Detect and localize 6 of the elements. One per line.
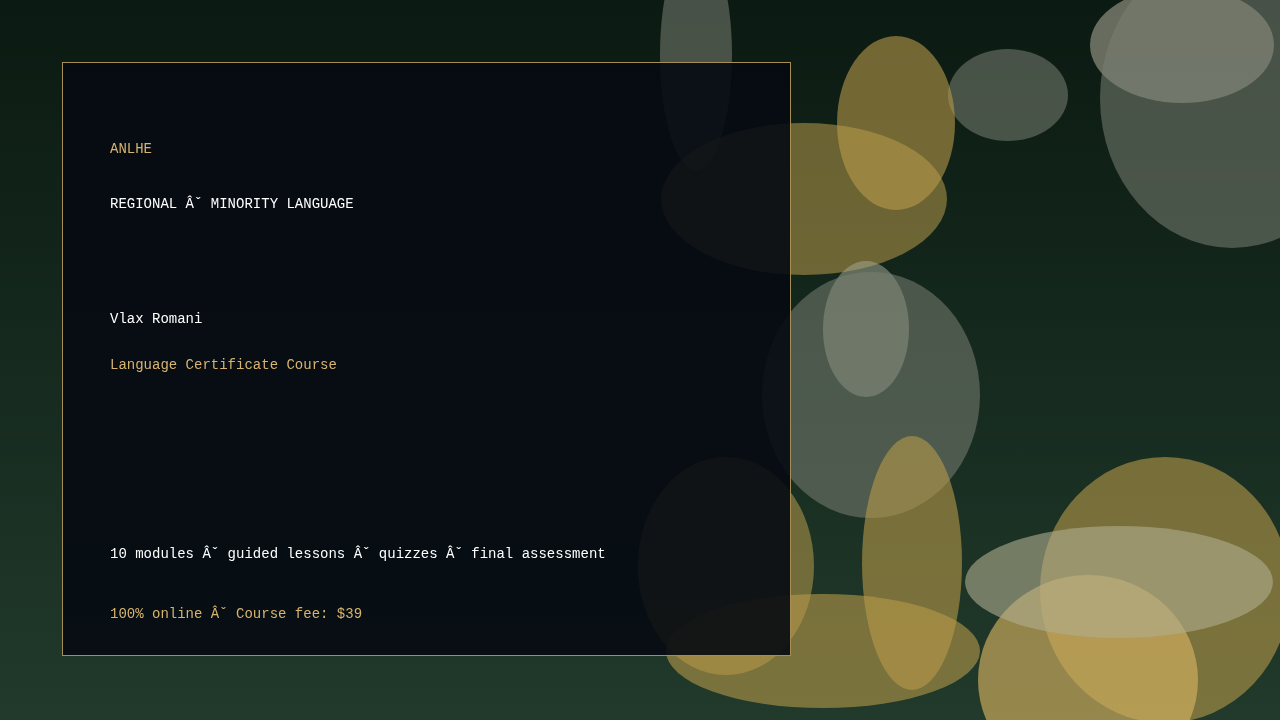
category-label: REGIONAL Âˇ MINORITY LANGUAGE — [110, 195, 354, 213]
pricing-info: 100% online Âˇ Course fee: $39 — [110, 605, 363, 623]
course-details: 10 modules Âˇ guided lessons Âˇ quizzes Âˇ final assessment — [110, 545, 606, 563]
course-type: Language Certificate Course — [110, 356, 337, 374]
brand-name: ANLHE — [110, 140, 152, 158]
language-title: Vlax Romani — [110, 310, 203, 328]
